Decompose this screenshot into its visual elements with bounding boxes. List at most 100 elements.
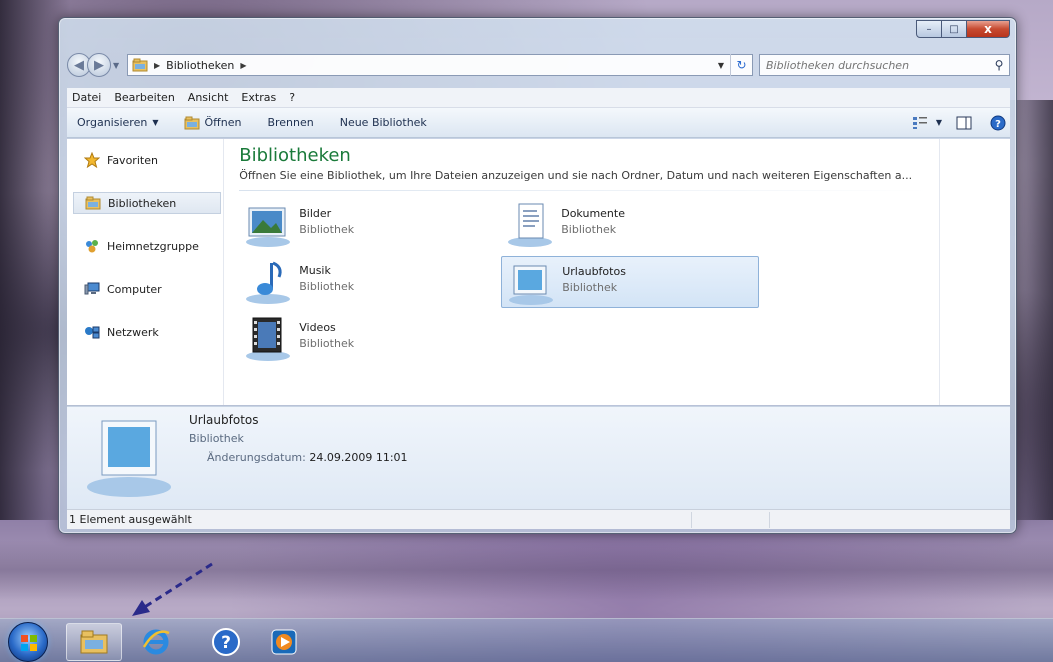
details-type: Bibliothek	[189, 432, 244, 445]
new-library-button[interactable]: Neue Bibliothek	[340, 116, 427, 129]
taskbar: ?	[0, 618, 1053, 662]
search-input[interactable]	[766, 58, 989, 72]
search-icon[interactable]: ⚲	[989, 58, 1009, 72]
taskbar-help-button[interactable]: ?	[198, 623, 254, 661]
libraries-pane: Bibliotheken Öffnen Sie eine Bibliothek,…	[224, 139, 939, 405]
address-dropdown[interactable]: ▼	[718, 61, 724, 70]
nav-label: Computer	[107, 282, 162, 296]
details-pane: Urlaubfotos Bibliothek Änderungsdatum: 2…	[67, 406, 1010, 509]
nav-label: Bibliotheken	[108, 196, 177, 210]
maximize-button[interactable]: □	[942, 20, 967, 38]
recent-pages-dropdown[interactable]: ▼	[113, 61, 123, 70]
nav-item-computer[interactable]: Computer	[67, 278, 223, 300]
navigation-pane: Favoriten Bibliotheken Heimnetzgruppe Co…	[67, 139, 225, 405]
folder-icon	[184, 116, 200, 129]
details-modified-date: Änderungsdatum: 24.09.2009 11:01	[207, 451, 408, 464]
music-library-icon	[243, 259, 293, 305]
nav-item-homegroup[interactable]: Heimnetzgruppe	[67, 235, 223, 257]
nav-item-favorites[interactable]: Favoriten	[67, 149, 223, 171]
menu-bar: Datei Bearbeiten Ansicht Extras ?	[67, 88, 1010, 108]
breadcrumb-separator[interactable]: ▶	[154, 61, 160, 70]
forward-button[interactable]: ▶	[87, 53, 111, 77]
details-name: Urlaubfotos	[189, 413, 259, 427]
start-button[interactable]	[8, 622, 48, 662]
header-divider	[239, 190, 930, 191]
homegroup-icon	[83, 238, 101, 254]
view-controls: ▼ ?	[898, 113, 1010, 133]
details-date-label: Änderungsdatum:	[207, 451, 306, 464]
library-type: Bibliothek	[299, 280, 355, 293]
right-pane-strip	[939, 139, 1010, 405]
preview-pane-icon[interactable]	[952, 113, 976, 133]
search-box[interactable]: ⚲	[759, 54, 1010, 76]
burn-button[interactable]: Brennen	[267, 116, 313, 129]
taskbar-media-player-button[interactable]	[256, 623, 312, 661]
pictures-library-icon	[243, 202, 293, 248]
minimize-button[interactable]: –	[916, 20, 942, 38]
internet-explorer-icon	[142, 629, 170, 655]
refresh-icon[interactable]: ↻	[730, 54, 752, 76]
menu-tools[interactable]: Extras	[241, 91, 276, 104]
change-view-icon[interactable]	[908, 113, 932, 133]
library-name: Urlaubfotos	[562, 265, 626, 278]
library-tile-urlaubfotos[interactable]: Urlaubfotos Bibliothek	[501, 256, 760, 308]
open-button[interactable]: Öffnen	[184, 116, 241, 130]
help-icon[interactable]: ?	[986, 113, 1010, 133]
library-tile-documents[interactable]: Dokumente Bibliothek	[501, 199, 759, 251]
page-title: Bibliotheken	[239, 145, 351, 166]
close-button[interactable]: x	[967, 20, 1010, 38]
organize-button[interactable]: Organisieren ▼	[77, 116, 158, 129]
address-row: ◀ ▶ ▼ ▶ Bibliotheken ▶ ▼ ↻ ⚲	[67, 52, 1010, 78]
status-text: 1 Element ausgewählt	[69, 513, 192, 526]
breadcrumb-libraries[interactable]: Bibliotheken	[166, 59, 234, 72]
status-divider	[691, 512, 692, 528]
library-tile-videos[interactable]: Videos Bibliothek	[239, 313, 497, 365]
view-dropdown-icon[interactable]: ▼	[936, 118, 942, 127]
libraries-icon	[132, 58, 148, 72]
libraries-icon	[80, 630, 108, 654]
menu-edit[interactable]: Bearbeiten	[114, 91, 174, 104]
page-description: Öffnen Sie eine Bibliothek, um Ihre Date…	[239, 169, 913, 182]
library-grid: Bilder Bibliothek Dokumente Bibliothek M…	[239, 195, 939, 375]
help-icon: ?	[212, 628, 240, 656]
library-tile-pictures[interactable]: Bilder Bibliothek	[239, 199, 497, 251]
media-player-icon	[271, 629, 297, 655]
library-type: Bibliothek	[299, 223, 355, 236]
library-type: Bibliothek	[561, 223, 617, 236]
explorer-window[interactable]: – □ x ◀ ▶ ▼ ▶ Bibliotheken ▶ ▼ ↻ ⚲ Datei…	[58, 17, 1017, 534]
library-name: Bilder	[299, 207, 332, 220]
menu-file[interactable]: Datei	[72, 91, 101, 104]
generic-library-icon	[84, 413, 174, 499]
open-label: Öffnen	[204, 116, 242, 129]
content-area: Favoriten Bibliotheken Heimnetzgruppe Co…	[67, 139, 1010, 405]
nav-label: Favoriten	[107, 153, 158, 167]
library-type: Bibliothek	[562, 281, 618, 294]
breadcrumb-separator[interactable]: ▶	[240, 61, 246, 70]
computer-icon	[83, 281, 101, 297]
taskbar-ie-button[interactable]	[128, 623, 184, 661]
libraries-icon	[84, 195, 102, 211]
library-name: Dokumente	[561, 207, 625, 220]
chevron-down-icon: ▼	[152, 118, 159, 127]
windows-logo-icon	[21, 635, 37, 651]
address-bar[interactable]: ▶ Bibliotheken ▶ ▼ ↻	[127, 54, 753, 76]
nav-item-libraries[interactable]: Bibliotheken	[73, 192, 222, 214]
generic-library-icon	[506, 260, 556, 306]
status-bar: 1 Element ausgewählt	[67, 509, 1010, 529]
taskbar-explorer-button[interactable]	[66, 623, 122, 661]
menu-view[interactable]: Ansicht	[188, 91, 229, 104]
library-name: Musik	[299, 264, 331, 277]
svg-text:?: ?	[221, 633, 231, 653]
svg-text:?: ?	[995, 119, 1001, 130]
star-icon	[83, 152, 101, 168]
library-type: Bibliothek	[299, 337, 355, 350]
library-tile-music[interactable]: Musik Bibliothek	[239, 256, 497, 308]
details-date-value: 24.09.2009 11:01	[309, 451, 408, 464]
library-name: Videos	[299, 321, 336, 334]
organize-label: Organisieren	[77, 116, 148, 129]
menu-help[interactable]: ?	[289, 91, 295, 104]
caption-buttons: – □ x	[916, 20, 1010, 38]
nav-item-network[interactable]: Netzwerk	[67, 321, 223, 343]
status-divider	[769, 512, 770, 528]
nav-label: Netzwerk	[107, 325, 159, 339]
